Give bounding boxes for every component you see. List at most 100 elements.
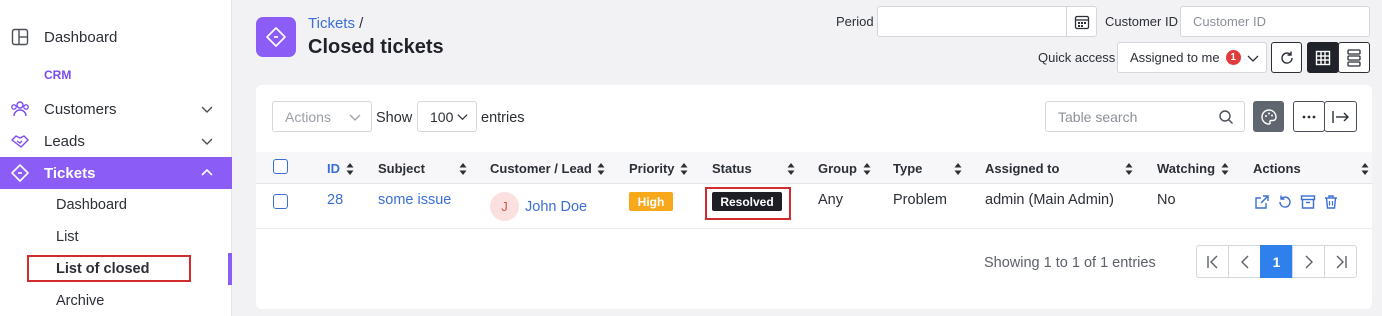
actions-dropdown-label: Actions — [285, 108, 331, 125]
chevron-up-icon — [201, 168, 213, 176]
grid-view-button[interactable] — [1307, 42, 1339, 73]
entries-select[interactable]: 100 — [417, 101, 477, 132]
priority-badge: High — [629, 192, 673, 211]
first-page-button[interactable] — [1196, 245, 1229, 278]
chevron-down-icon — [349, 114, 361, 121]
column-header-actions[interactable]: Actions — [1253, 161, 1301, 176]
chevron-right-icon — [1305, 255, 1313, 268]
page-1-button[interactable]: 1 — [1260, 245, 1293, 278]
chevron-down-icon — [201, 138, 213, 145]
refresh-icon — [1280, 51, 1293, 64]
sidebar-item-tickets[interactable]: Tickets — [0, 157, 232, 189]
chevron-left-icon — [1240, 255, 1248, 268]
chevron-down-icon — [201, 106, 213, 113]
table-search-placeholder: Table search — [1058, 108, 1138, 125]
list-icon — [1347, 48, 1361, 67]
sidebar-subitem-list[interactable]: List — [56, 229, 79, 245]
last-page-icon — [1336, 255, 1347, 268]
status-badge: Resolved — [712, 192, 782, 211]
sidebar-subitem-dashboard[interactable]: Dashboard — [56, 197, 127, 213]
sort-icon — [597, 163, 605, 175]
export-icon — [1331, 110, 1349, 123]
next-page-button[interactable] — [1292, 245, 1325, 278]
quick-access-select[interactable]: Assigned to me 1 — [1117, 42, 1267, 73]
sidebar-subitem-archive[interactable]: Archive — [56, 293, 104, 309]
sidebar-label: Dashboard — [44, 28, 118, 46]
quick-access-value: Assigned to me — [1130, 50, 1220, 65]
trash-icon[interactable] — [1323, 194, 1339, 210]
palette-icon — [1260, 108, 1277, 125]
breadcrumb-tickets-link[interactable]: Tickets — [308, 15, 355, 32]
first-page-icon — [1206, 255, 1217, 268]
refresh-button[interactable] — [1271, 42, 1302, 73]
assigned-cell: admin (Main Admin) — [985, 192, 1114, 208]
sort-icon — [680, 163, 688, 175]
customer-id-input[interactable]: Customer ID — [1180, 6, 1370, 37]
handshake-icon — [10, 131, 30, 151]
column-header-status[interactable]: Status — [712, 161, 752, 176]
export-button[interactable] — [1324, 101, 1357, 132]
sidebar-item-dashboard[interactable]: Dashboard — [0, 21, 232, 53]
sort-icon — [863, 163, 871, 175]
column-header-type[interactable]: Type — [893, 161, 922, 176]
row-checkbox[interactable] — [273, 194, 288, 209]
select-all-checkbox[interactable] — [273, 159, 288, 174]
sort-icon — [346, 163, 354, 175]
more-options-button[interactable] — [1293, 101, 1325, 132]
column-header-watching[interactable]: Watching — [1157, 161, 1215, 176]
sidebar-label: Tickets — [44, 164, 96, 182]
pagination-info: Showing 1 to 1 of 1 entries — [984, 255, 1156, 271]
column-header-customer[interactable]: Customer / Lead — [490, 161, 592, 176]
column-header-group[interactable]: Group — [818, 161, 857, 176]
column-header-id[interactable]: ID — [327, 161, 340, 176]
ticket-icon — [10, 163, 30, 183]
row-divider — [256, 228, 1372, 229]
search-icon — [1219, 109, 1233, 124]
ticket-icon — [266, 27, 286, 47]
breadcrumb-separator: / — [359, 15, 364, 32]
ticket-id-link[interactable]: 28 — [327, 192, 343, 208]
actions-dropdown[interactable]: Actions — [272, 101, 372, 132]
sidebar-section-crm: CRM — [44, 68, 72, 82]
breadcrumb: Tickets / — [308, 15, 363, 32]
period-input[interactable] — [877, 6, 1097, 37]
dashboard-icon — [10, 27, 30, 47]
ticket-subject-link[interactable]: some issue — [378, 192, 451, 208]
watching-cell: No — [1157, 192, 1176, 208]
type-cell: Problem — [893, 192, 947, 208]
avatar: J — [490, 192, 519, 221]
list-view-button[interactable] — [1338, 42, 1370, 73]
entries-label: entries — [481, 110, 525, 126]
sort-icon — [954, 163, 962, 175]
column-header-subject[interactable]: Subject — [378, 161, 425, 176]
sort-icon — [459, 163, 467, 175]
show-label: Show — [376, 110, 413, 126]
chevron-down-icon — [1247, 55, 1259, 62]
archive-icon[interactable] — [1300, 194, 1316, 210]
previous-page-button[interactable] — [1228, 245, 1261, 278]
sidebar-item-leads[interactable]: Leads — [0, 125, 232, 157]
customer-link[interactable]: John Doe — [525, 199, 587, 215]
active-indicator — [228, 253, 232, 285]
entries-select-value: 100 — [430, 108, 454, 125]
last-page-button[interactable] — [1324, 245, 1357, 278]
calendar-icon — [1074, 15, 1090, 29]
chevron-down-icon — [457, 114, 468, 121]
highlight-box — [27, 255, 191, 282]
quick-access-label: Quick access — [1038, 50, 1116, 65]
period-label: Period — [836, 14, 874, 29]
column-header-assigned[interactable]: Assigned to — [985, 161, 1059, 176]
column-header-priority[interactable]: Priority — [629, 161, 675, 176]
customer-id-label: Customer ID — [1105, 14, 1178, 29]
reopen-icon[interactable] — [1277, 194, 1293, 210]
group-cell: Any — [818, 192, 843, 208]
tickets-table-card: Actions Show 100 entries Table search ID… — [256, 85, 1372, 309]
theme-button[interactable] — [1253, 101, 1284, 132]
sidebar-item-customers[interactable]: Customers — [0, 93, 232, 125]
sort-icon — [1125, 163, 1133, 175]
sidebar-label: Customers — [44, 100, 117, 118]
quick-access-count-badge: 1 — [1225, 50, 1241, 65]
table-search-input[interactable]: Table search — [1045, 101, 1245, 132]
calendar-button[interactable] — [1066, 7, 1097, 36]
open-external-icon[interactable] — [1254, 194, 1270, 210]
